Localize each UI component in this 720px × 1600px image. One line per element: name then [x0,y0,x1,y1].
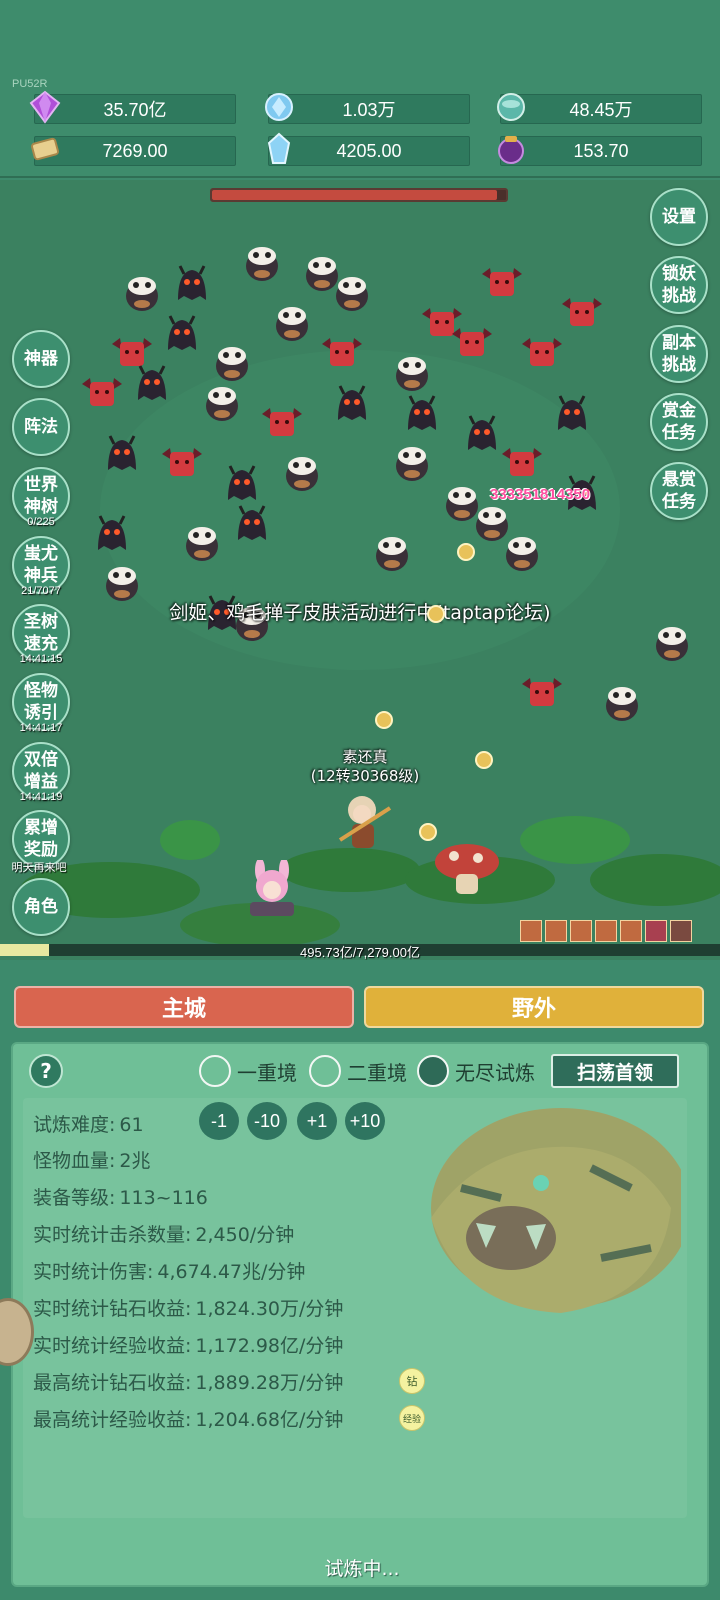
difficulty-row: 试炼难度: 61 [33,1110,144,1137]
stat-value: 1,889.28万/分钟 [195,1372,344,1394]
settings-button[interactable]: 设置 [650,188,708,246]
world-tree-progress: 0/225 [27,516,55,528]
resource-pot: 153.70 [498,136,702,166]
equip-level-row: 装备等级: 113~116 [33,1183,208,1210]
resource-crystal: 1.03万 [265,93,470,124]
difficulty-plus-10-button[interactable]: +10 [345,1102,385,1140]
radio-dot[interactable] [309,1055,341,1087]
damage-rate-row: 实时统计伤害: 4,674.47兆/分钟 [33,1257,305,1284]
trial-status: 试炼中... [324,1558,400,1580]
tab-main-city[interactable]: 主城 [14,986,354,1028]
trial-panel: ? 一重境 二重境 无尽试炼 扫荡首领 试炼难度: 61 -1 -10 +1 +… [11,1042,709,1587]
stat-value: 2兆 [119,1150,151,1172]
demon-lock-challenge-button[interactable]: 锁妖 挑战 [650,256,708,314]
lower-panel: 主城 野外 ? 一重境 二重境 无尽试炼 扫荡首领 试炼难度: 61 -1 -1… [0,962,720,1600]
resource-header: PU52R 35.70亿 1.03万 48.45万 7269.00 4205.0… [0,0,720,178]
stat-label: 最高统计钻石收益: [33,1372,192,1394]
resource-scroll: 7269.00 [31,136,236,166]
buff-icon [595,920,617,942]
stat-value: 1,824.30万/分钟 [195,1298,344,1320]
mode-label: 二重境 [347,1060,407,1085]
buff-icon [645,920,667,942]
purple-gem-icon [29,90,61,124]
mode-radio-1[interactable]: 一重境 [199,1054,297,1088]
dark-pot-icon [498,136,524,164]
holy-tree-timer: 14:41:15 [19,653,63,665]
stat-value: 1,172.98亿/分钟 [195,1335,344,1357]
difficulty-plus-1-button[interactable]: +1 [297,1102,337,1140]
stat-label: 实时统计击杀数量: [33,1224,192,1246]
tab-wild[interactable]: 野外 [364,986,704,1028]
resource-shard: 4205.00 [267,132,470,166]
max-diamond-rate-row: 最高统计钻石收益: 1,889.28万/分钟 [33,1368,343,1395]
stat-label: 最高统计经验收益: [33,1409,192,1431]
stat-label: 实时统计伤害: [33,1261,154,1283]
dungeon-challenge-button[interactable]: 副本 挑战 [650,325,708,383]
resource-value: 7269.00 [102,140,168,161]
resource-value: 4205.00 [336,140,402,161]
ice-shard-icon [267,132,291,164]
exp-text: 495.73亿/7,279.00亿 [300,945,420,960]
green-orb-icon [497,93,525,121]
radio-dot-selected[interactable] [417,1055,449,1087]
stat-label: 装备等级: [33,1187,116,1209]
stat-value: 4,674.47兆/分钟 [157,1261,306,1283]
help-button[interactable]: ? [29,1054,63,1088]
kill-rate-row: 实时统计击杀数量: 2,450/分钟 [33,1220,294,1247]
bounty-gold-task-button[interactable]: 赏金 任务 [650,393,708,451]
stats-area: 试炼难度: 61 -1 -10 +1 +10 怪物血量: 2兆 装备等级: 113~1… [23,1098,687,1518]
radio-dot[interactable] [199,1055,231,1087]
resource-value: 1.03万 [342,100,396,120]
stat-label: 实时统计经验收益: [33,1335,192,1357]
sweep-boss-button[interactable]: 扫荡首领 [551,1054,679,1088]
stat-label: 怪物血量: [33,1150,116,1172]
difficulty-value: 61 [119,1114,144,1136]
mode-radio-endless[interactable]: 无尽试炼 [417,1054,535,1088]
diamond-rate-row: 实时统计钻石收益: 1,824.30万/分钟 [33,1294,343,1321]
stat-value: 1,204.68亿/分钟 [195,1409,344,1431]
coins [375,543,493,841]
resource-diamond: 35.70亿 [29,90,236,124]
max-exp-rate-row: 最高统计经验收益: 1,204.68亿/分钟 [33,1405,343,1432]
chiyou-weapon-progress: 21/7077 [21,585,61,597]
cumulative-reward-status: 明天再来吧 [11,862,67,874]
battle-field[interactable]: 333351814350 剑姬、鸡毛掸子皮肤活动进行中(taptap论坛) 素还… [0,180,720,960]
resource-value: 153.70 [573,140,629,161]
difficulty-minus-10-button[interactable]: -10 [247,1102,287,1140]
formation-button[interactable]: 阵法 [12,398,70,456]
monster-hp-row: 怪物血量: 2兆 [33,1146,151,1173]
mode-radio-2[interactable]: 二重境 [309,1054,407,1088]
resource-value: 48.45万 [569,100,633,120]
wanted-task-button[interactable]: 悬赏 任务 [650,462,708,520]
double-buff-timer: 14:41:19 [19,791,63,803]
character-button[interactable]: 角色 [12,878,70,936]
resource-value: 35.70亿 [103,100,167,120]
mode-label: 无尽试炼 [455,1060,535,1085]
stat-label: 实时统计钻石收益: [33,1298,192,1320]
blue-crystal-icon [265,93,293,121]
scroll-icon [31,137,59,161]
exp-rate-row: 实时统计经验收益: 1,172.98亿/分钟 [33,1331,343,1358]
buff-icon [545,920,567,942]
buff-icon [670,920,692,942]
resource-orb: 48.45万 [497,93,702,124]
stat-value: 2,450/分钟 [195,1224,295,1246]
mode-label: 一重境 [237,1060,297,1085]
diamond-badge[interactable]: 钻 [399,1368,425,1394]
stat-value: 113~116 [119,1187,208,1209]
buff-icons [520,920,692,942]
artifact-button[interactable]: 神器 [12,330,70,388]
tiger-artwork [431,1108,681,1313]
buff-icon [570,920,592,942]
difficulty-minus-1-button[interactable]: -1 [199,1102,239,1140]
monster-lure-timer: 14:41:17 [19,722,63,734]
buff-icon [520,920,542,942]
difficulty-label: 试炼难度: [33,1114,116,1136]
exp-badge[interactable]: 经验 [399,1405,425,1431]
buff-icon [620,920,642,942]
